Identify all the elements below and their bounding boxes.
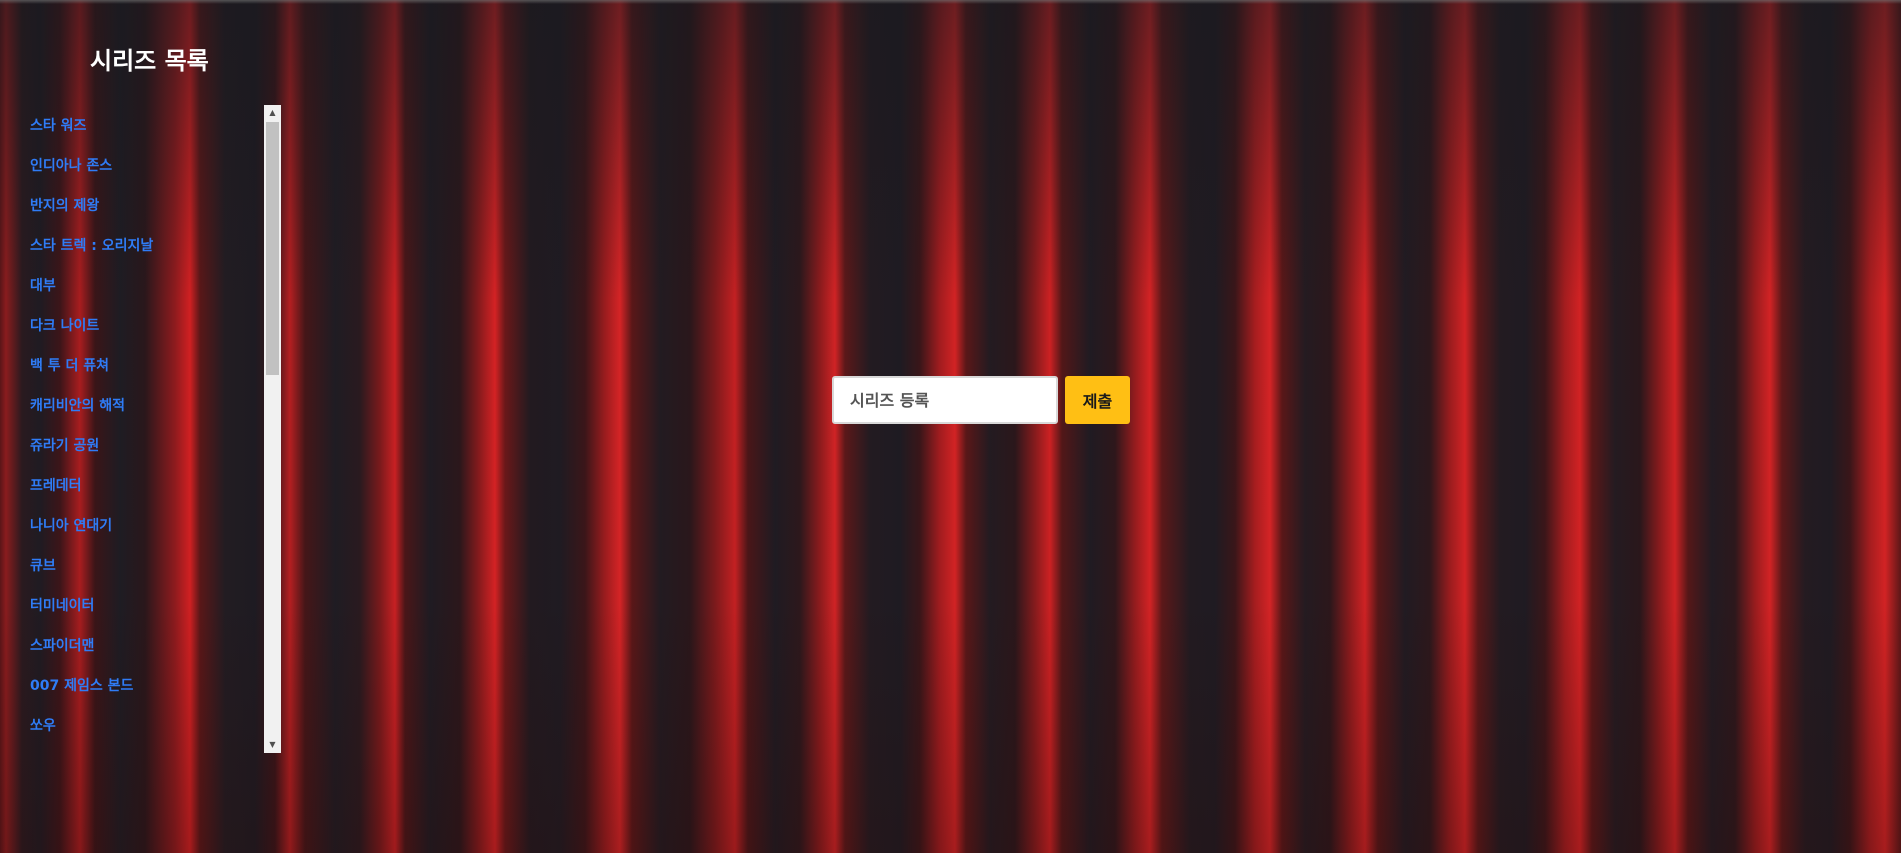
series-link[interactable]: 캐리비안의 해적 — [30, 398, 125, 414]
list-item: 큐브 — [30, 555, 260, 595]
submit-button[interactable]: 제출 — [1065, 376, 1130, 424]
list-item: 나니아 연대기 — [30, 515, 260, 555]
list-item: 인디아나 존스 — [30, 155, 260, 195]
series-list: 스타 워즈 인디아나 존스 반지의 제왕 스타 트렉 : 오리지날 대부 다크 … — [30, 115, 260, 755]
series-link[interactable]: 백 투 더 퓨쳐 — [30, 358, 109, 374]
series-link[interactable]: 쥬라기 공원 — [30, 438, 99, 454]
series-link[interactable]: 인디아나 존스 — [30, 158, 112, 174]
list-item: 캐리비안의 해적 — [30, 395, 260, 435]
list-item: 스타 워즈 — [30, 115, 260, 155]
list-item: 스타 트렉 : 오리지날 — [30, 235, 260, 275]
sidebar-title: 시리즈 목록 — [90, 47, 209, 75]
series-link[interactable]: 쏘우 — [30, 718, 56, 734]
list-item: 다크 나이트 — [30, 315, 260, 355]
series-link[interactable]: 007 제임스 본드 — [30, 678, 133, 694]
series-link[interactable]: 다크 나이트 — [30, 318, 99, 334]
list-item: 백 투 더 퓨쳐 — [30, 355, 260, 395]
series-link[interactable]: 프레데터 — [30, 478, 82, 494]
list-item: 프레데터 — [30, 475, 260, 515]
top-shade — [0, 0, 1901, 4]
list-item: 007 제임스 본드 — [30, 675, 260, 715]
scroll-down-arrow-icon[interactable]: ▼ — [264, 737, 281, 753]
list-item: 터미네이터 — [30, 595, 260, 635]
list-item: 반지의 제왕 — [30, 195, 260, 235]
series-link[interactable]: 스타 워즈 — [30, 118, 86, 134]
series-list-container: 스타 워즈 인디아나 존스 반지의 제왕 스타 트렉 : 오리지날 대부 다크 … — [0, 105, 281, 753]
series-link[interactable]: 스파이더맨 — [30, 638, 94, 654]
list-item: 스파이더맨 — [30, 635, 260, 675]
series-link[interactable]: 터미네이터 — [30, 598, 94, 614]
series-register-input[interactable] — [832, 376, 1058, 424]
list-item: 쥬라기 공원 — [30, 435, 260, 475]
series-sidebar: 시리즈 목록 스타 워즈 인디아나 존스 반지의 제왕 스타 트렉 : 오리지날… — [0, 0, 285, 853]
scroll-thumb[interactable] — [266, 122, 279, 375]
series-link[interactable]: 큐브 — [30, 558, 56, 574]
series-link[interactable]: 대부 — [30, 278, 56, 294]
series-link[interactable]: 스타 트렉 : 오리지날 — [30, 238, 153, 254]
scroll-up-arrow-icon[interactable]: ▲ — [264, 105, 281, 121]
list-item: 대부 — [30, 275, 260, 315]
series-link[interactable]: 반지의 제왕 — [30, 198, 99, 214]
list-scrollbar[interactable]: ▲ ▼ — [264, 105, 281, 753]
series-register-form: 제출 — [832, 376, 1130, 424]
list-item: 쏘우 — [30, 715, 260, 755]
series-link[interactable]: 나니아 연대기 — [30, 518, 112, 534]
